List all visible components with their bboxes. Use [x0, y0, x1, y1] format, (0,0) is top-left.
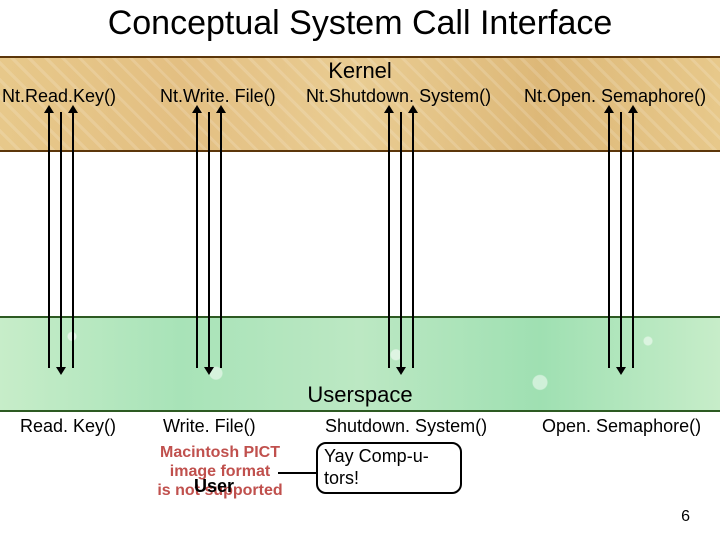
kernel-title: Kernel [328, 58, 392, 84]
userspace-title: Userspace [307, 382, 412, 408]
user-api-0: Read. Key() [20, 416, 116, 437]
pict-line-1: Macintosh PICT [140, 443, 300, 462]
slide-number: 6 [681, 508, 690, 526]
kernel-api-0: Nt.Read.Key() [2, 86, 116, 107]
userspace-band: Userspace [0, 316, 720, 412]
kernel-api-1: Nt.Write. File() [160, 86, 276, 107]
user-actor-label: User [194, 476, 234, 497]
user-api-1: Write. File() [163, 416, 256, 437]
kernel-api-3: Nt.Open. Semaphore() [524, 86, 706, 107]
user-api-3: Open. Semaphore() [542, 416, 701, 437]
kernel-api-2: Nt.Shutdown. System() [306, 86, 491, 107]
speech-bubble: Yay Comp-u-tors! [316, 442, 462, 494]
page-title: Conceptual System Call Interface [0, 4, 720, 43]
user-api-2: Shutdown. System() [325, 416, 487, 437]
